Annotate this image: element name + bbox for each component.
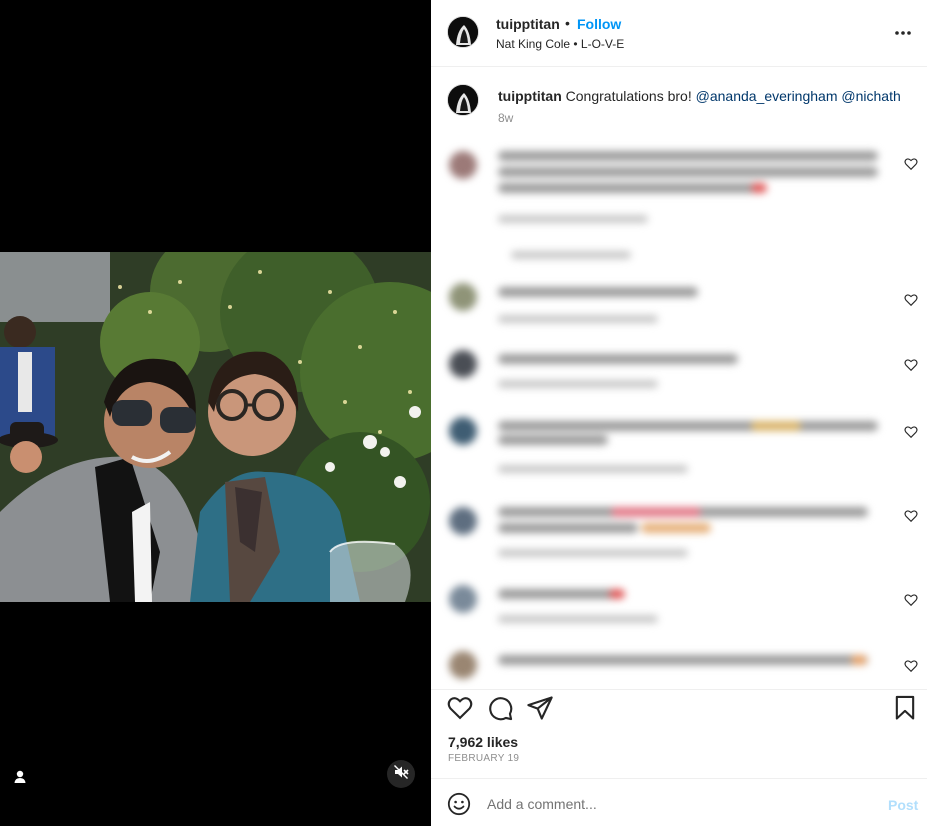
post-details-panel: tuipptitan • Follow Nat King Cole • L-O-… — [431, 0, 927, 826]
comment-input[interactable] — [487, 791, 867, 817]
post-photo[interactable] — [0, 252, 431, 602]
audio-track[interactable]: Nat King Cole • L-O-V-E — [496, 37, 624, 51]
avatar[interactable] — [447, 16, 479, 48]
post-username[interactable]: tuipptitan — [496, 16, 560, 32]
avatar[interactable] — [447, 84, 479, 116]
post-action-bar — [431, 689, 927, 729]
like-count[interactable]: 7,962 likes — [448, 734, 518, 750]
caption-username[interactable]: tuipptitan — [498, 88, 562, 104]
heart-icon[interactable] — [904, 293, 918, 307]
post-caption: tuipptitan Congratulations bro! @ananda_… — [431, 67, 927, 137]
post-date[interactable]: FEBRUARY 19 — [448, 753, 519, 764]
add-comment-bar: Post — [431, 778, 927, 826]
speaker-muted-icon — [393, 764, 409, 785]
user-tag-icon[interactable] — [10, 767, 30, 787]
bookmark-icon[interactable] — [891, 694, 919, 722]
post-header: tuipptitan • Follow Nat King Cole • L-O-… — [431, 0, 927, 67]
post-comment-button[interactable]: Post — [888, 797, 918, 813]
heart-icon[interactable] — [904, 157, 918, 171]
mention-link[interactable]: @nichath — [841, 88, 900, 104]
follow-button[interactable]: Follow — [577, 16, 621, 32]
post-media[interactable] — [0, 0, 431, 826]
emoji-icon[interactable] — [447, 792, 471, 816]
heart-icon[interactable] — [904, 659, 918, 673]
caption-text: tuipptitan Congratulations bro! @ananda_… — [498, 87, 901, 105]
separator-dot: • — [565, 15, 570, 31]
heart-icon[interactable] — [904, 425, 918, 439]
mute-button[interactable] — [387, 760, 415, 788]
heart-icon[interactable] — [904, 358, 918, 372]
heart-icon[interactable] — [904, 593, 918, 607]
caption-timestamp[interactable]: 8w — [498, 111, 513, 125]
more-horizontal-icon[interactable] — [892, 22, 914, 44]
photo-illustration — [0, 252, 431, 602]
caption-body: Congratulations bro! — [565, 88, 692, 104]
heart-icon[interactable] — [446, 694, 474, 722]
mention-link[interactable]: @ananda_everingham — [696, 88, 838, 104]
send-icon[interactable] — [526, 694, 554, 722]
comments-list[interactable] — [431, 137, 927, 689]
heart-icon[interactable] — [904, 509, 918, 523]
comment-icon[interactable] — [486, 694, 514, 722]
